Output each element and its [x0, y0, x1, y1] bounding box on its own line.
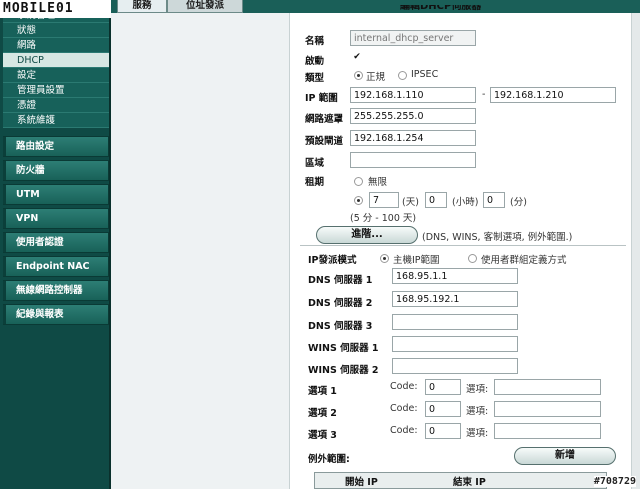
option1-code-input[interactable]: [425, 379, 461, 395]
tab-service[interactable]: 服務: [117, 0, 167, 13]
option1-value-label: 選項:: [466, 384, 489, 395]
lease-custom-radio[interactable]: [354, 196, 363, 205]
option1-code-label: Code:: [390, 381, 418, 392]
option3-value-label: 選項:: [466, 428, 489, 439]
option2-code-input[interactable]: [425, 401, 461, 417]
wins1-input[interactable]: [392, 336, 518, 352]
wins2-label: WINS 伺服器 2: [308, 365, 379, 376]
advanced-button[interactable]: 進階...: [316, 226, 418, 244]
wins1-label: WINS 伺服器 1: [308, 343, 379, 354]
enable-label: 啟動: [305, 56, 325, 67]
tab-bar: 服務 位址發派: [111, 0, 640, 13]
type-label: 類型: [305, 73, 325, 84]
sidebar-item-network[interactable]: 網路: [3, 38, 109, 53]
option1-value-input[interactable]: [494, 379, 601, 395]
dns2-input[interactable]: [392, 291, 518, 307]
sidebar: 系統管理 狀態 網路 DHCP 設定 管理員設置 憑證 系統維護 路由設定 防火…: [0, 0, 111, 489]
dns3-label: DNS 伺服器 3: [308, 321, 373, 332]
main-menu: 路由設定 防火牆 UTM VPN 使用者認證 Endpoint NAC 無線網路…: [3, 136, 109, 328]
sidebar-item-certificates[interactable]: 憑證: [3, 98, 109, 113]
enable-checkbox[interactable]: ✔: [352, 53, 362, 63]
netmask-input[interactable]: [350, 108, 476, 124]
lease-minutes-input[interactable]: [483, 192, 505, 208]
gateway-label: 預設閘道: [305, 136, 344, 147]
dhcp-form-panel: [289, 13, 631, 489]
sidebar-item-router[interactable]: 路由設定: [3, 136, 109, 157]
sidebar-item-maintenance[interactable]: 系統維護: [3, 113, 109, 128]
sidebar-item-admin[interactable]: 管理員設置: [3, 83, 109, 98]
watermark-logo: MOBILE01: [0, 0, 111, 18]
sidebar-item-status[interactable]: 狀態: [3, 23, 109, 38]
exclusion-range-label: 例外範圍:: [308, 454, 350, 465]
sidebar-item-firewall[interactable]: 防火牆: [3, 160, 109, 181]
section-divider: [300, 245, 626, 246]
name-label: 名稱: [305, 36, 325, 47]
ip-range-dash: -: [482, 89, 486, 100]
ip-assign-host-radio[interactable]: [380, 254, 389, 263]
lease-days-input[interactable]: [369, 192, 399, 208]
option1-label: 選項 1: [308, 386, 337, 397]
type-ipsec-radio[interactable]: [398, 71, 407, 80]
domain-label: 區域: [305, 158, 325, 169]
lease-hours-unit: (小時): [452, 197, 479, 208]
dns1-label: DNS 伺服器 1: [308, 275, 373, 286]
lease-label: 租期: [305, 177, 325, 188]
sidebar-item-wireless[interactable]: 無線網路控制器: [3, 280, 109, 301]
column-header-start-ip: 開始 IP: [345, 477, 378, 488]
sidebar-item-endpoint-nac[interactable]: Endpoint NAC: [3, 256, 109, 277]
option3-value-input[interactable]: [494, 423, 601, 439]
watermark-id: #708729: [593, 476, 636, 487]
option2-value-input[interactable]: [494, 401, 601, 417]
tab-address-assignment[interactable]: 位址發派: [167, 0, 243, 13]
option3-code-input[interactable]: [425, 423, 461, 439]
option2-code-label: Code:: [390, 403, 418, 414]
type-normal-label: 正規: [366, 72, 386, 83]
wins2-input[interactable]: [392, 358, 518, 374]
panel-title: 編輯DHCP伺服器: [400, 5, 482, 12]
option3-code-label: Code:: [390, 425, 418, 436]
ip-assign-host-label: 主機IP範圍: [393, 255, 440, 266]
lease-days-unit: (天): [402, 197, 419, 208]
type-ipsec-label: IPSEC: [411, 69, 439, 80]
ip-assign-user-label: 使用者群組定義方式: [481, 255, 567, 266]
gateway-input[interactable]: [350, 130, 476, 146]
option2-label: 選項 2: [308, 408, 337, 419]
sidebar-item-utm[interactable]: UTM: [3, 184, 109, 205]
name-field[interactable]: [350, 30, 476, 46]
ip-range-label: IP 範圍: [305, 93, 338, 104]
column-header-end-ip: 結束 IP: [453, 477, 486, 488]
option3-label: 選項 3: [308, 430, 337, 441]
ip-range-start-input[interactable]: [350, 87, 476, 103]
ip-assign-user-radio[interactable]: [468, 254, 477, 263]
ip-assign-mode-label: IP發派模式: [308, 255, 357, 266]
sidebar-item-dhcp[interactable]: DHCP: [3, 53, 109, 68]
ip-range-end-input[interactable]: [490, 87, 616, 103]
dns3-input[interactable]: [392, 314, 518, 330]
option2-value-label: 選項:: [466, 406, 489, 417]
lease-unlimited-radio[interactable]: [354, 177, 363, 186]
sidebar-item-vpn[interactable]: VPN: [3, 208, 109, 229]
scrollbar[interactable]: [631, 13, 640, 489]
dns2-label: DNS 伺服器 2: [308, 298, 373, 309]
dns1-input[interactable]: [392, 268, 518, 284]
sidebar-item-user-auth[interactable]: 使用者認證: [3, 232, 109, 253]
type-normal-radio[interactable]: [354, 71, 363, 80]
lease-hours-input[interactable]: [425, 192, 447, 208]
sidebar-item-logs[interactable]: 紀錄與報表: [3, 304, 109, 325]
add-exclusion-button[interactable]: 新增: [514, 447, 616, 465]
system-submenu: 系統管理 狀態 網路 DHCP 設定 管理員設置 憑證 系統維護: [3, 14, 109, 128]
exclusion-table-header: 開始 IP 結束 IP: [314, 472, 607, 489]
lease-unlimited-label: 無限: [368, 177, 388, 188]
lease-range-hint: (5 分 - 100 天): [350, 213, 417, 224]
lease-minutes-unit: (分): [510, 197, 527, 208]
netmask-label: 網路遮罩: [305, 114, 344, 125]
advanced-hint: (DNS, WINS, 客制選項, 例外範圍.): [422, 232, 573, 243]
domain-input[interactable]: [350, 152, 476, 168]
sidebar-item-config[interactable]: 設定: [3, 68, 109, 83]
